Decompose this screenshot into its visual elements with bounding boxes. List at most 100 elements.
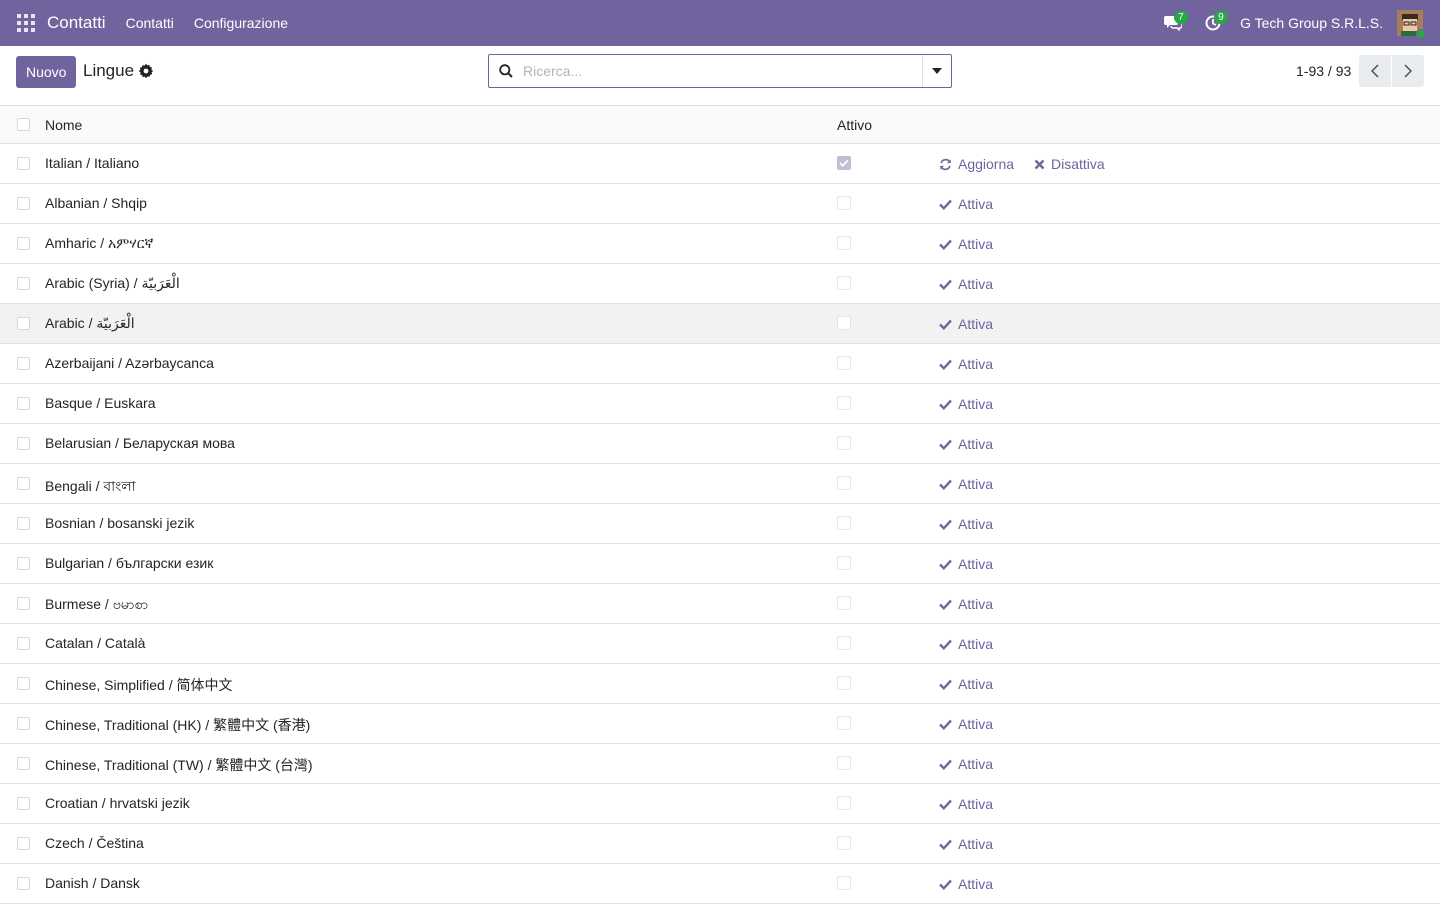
table-row[interactable]: Chinese, Traditional (HK) / 繁體中文 (香港) Att… [0,704,1440,744]
active-checkbox [837,356,851,370]
language-name: Basque / Euskara [45,395,156,411]
row-select-checkbox[interactable] [17,637,30,650]
check-icon [939,599,952,610]
language-name: Burmese / ဗမာစာ [45,596,149,612]
activate-button[interactable]: Attiva [939,836,993,852]
active-checkbox [837,716,851,730]
menu-contatti[interactable]: Contatti [126,15,174,31]
menu-configurazione[interactable]: Configurazione [194,15,288,31]
activate-button[interactable]: Attiva [939,756,993,772]
search-options-toggle[interactable] [922,55,951,87]
activate-button[interactable]: Attiva [939,716,993,732]
row-select-checkbox[interactable] [17,197,30,210]
active-checkbox [837,276,851,290]
pager-previous-button[interactable] [1359,55,1391,87]
activate-button[interactable]: Attiva [939,556,993,572]
table-row[interactable]: Basque / Euskara Attiva [0,384,1440,424]
table-row[interactable]: Belarusian / Беларуская мова Attiva [0,424,1440,464]
row-select-checkbox[interactable] [17,877,30,890]
activity-menu[interactable]: 9 [1193,0,1233,46]
row-select-checkbox[interactable] [17,717,30,730]
active-checkbox [837,156,851,170]
row-select-checkbox[interactable] [17,797,30,810]
active-checkbox [837,876,851,890]
row-select-checkbox[interactable] [17,557,30,570]
active-checkbox [837,596,851,610]
select-all-checkbox[interactable] [17,118,30,131]
table-row[interactable]: Bulgarian / български език Attiva [0,544,1440,584]
row-select-checkbox[interactable] [17,517,30,530]
messages-count-badge: 7 [1174,11,1188,24]
check-icon [939,319,952,330]
activate-button[interactable]: Attiva [939,636,993,652]
search-input[interactable] [523,56,922,86]
activate-button[interactable]: Attiva [939,796,993,812]
table-row[interactable]: Danish / Dansk Attiva [0,864,1440,904]
row-select-checkbox[interactable] [17,157,30,170]
check-icon [939,839,952,850]
table-row[interactable]: Croatian / hrvatski jezik Attiva [0,784,1440,824]
activate-button[interactable]: Attiva [939,356,993,372]
activate-button[interactable]: Attiva [939,196,993,212]
table-row[interactable]: Amharic / አምሃርኛ Attiva [0,224,1440,264]
row-select-checkbox[interactable] [17,677,30,690]
row-select-checkbox[interactable] [17,357,30,370]
check-icon [939,199,952,210]
row-select-checkbox[interactable] [17,837,30,850]
table-row[interactable]: Catalan / Català Attiva [0,624,1440,664]
activate-button[interactable]: Attiva [939,236,993,252]
row-select-checkbox[interactable] [17,597,30,610]
pager-next-button[interactable] [1392,55,1424,87]
language-name: Albanian / Shqip [45,195,147,211]
update-button[interactable]: Aggiorna [939,156,1014,172]
activate-button[interactable]: Attiva [939,476,993,492]
check-icon [939,479,952,490]
row-select-checkbox[interactable] [17,757,30,770]
language-name: Amharic / አምሃርኛ [45,235,154,251]
table-row[interactable]: Czech / Čeština Attiva [0,824,1440,864]
table-body: Italian / Italiano Aggiorna Disattiva Alban… [0,144,1440,904]
activate-button[interactable]: Attiva [939,676,993,692]
table-row[interactable]: Italian / Italiano Aggiorna Disattiva [0,144,1440,184]
row-select-checkbox[interactable] [17,477,30,490]
activate-button[interactable]: Attiva [939,876,993,892]
activate-button[interactable]: Attiva [939,396,993,412]
table-row[interactable]: Arabic / الْعَرَبيّة Attiva [0,304,1440,344]
table-row[interactable]: Chinese, Simplified / 简体中文 Attiva [0,664,1440,704]
new-button[interactable]: Nuovo [16,56,77,88]
column-header-name[interactable]: Nome [45,117,82,133]
activate-button-label: Attiva [958,876,994,892]
activate-button[interactable]: Attiva [939,436,993,452]
activate-button[interactable]: Attiva [939,516,993,532]
row-select-checkbox[interactable] [17,397,30,410]
active-checkbox [837,516,851,530]
table-row[interactable]: Albanian / Shqip Attiva [0,184,1440,224]
language-name: Chinese, Simplified / 简体中文 [45,677,233,693]
messaging-menu[interactable]: 7 [1153,0,1193,46]
table-row[interactable]: Azerbaijani / Azərbaycanca Attiva [0,344,1440,384]
table-row[interactable]: Chinese, Traditional (TW) / 繁體中文 (台灣) Att… [0,744,1440,784]
gear-icon[interactable] [138,63,154,79]
table-row[interactable]: Bengali / বাংলা Attiva [0,464,1440,504]
row-select-checkbox[interactable] [17,437,30,450]
user-avatar[interactable] [1397,10,1426,39]
table-row[interactable]: Burmese / ဗမာစာ Attiva [0,584,1440,624]
app-title[interactable]: Contatti [47,13,106,33]
table-row[interactable]: Bosnian / bosanski jezik Attiva [0,504,1440,544]
table-row[interactable]: Arabic (Syria) / الْعَرَبيّة Attiva [0,264,1440,304]
pager-value[interactable]: 1-93 / 93 [1296,63,1351,79]
row-select-checkbox[interactable] [17,317,30,330]
check-icon [939,359,952,370]
deactivate-button[interactable]: Disattiva [1034,156,1105,172]
row-select-checkbox[interactable] [17,277,30,290]
active-checkbox [837,476,851,490]
check-icon [939,799,952,810]
row-select-checkbox[interactable] [17,237,30,250]
column-header-active[interactable]: Attivo [837,117,872,133]
activate-button[interactable]: Attiva [939,316,993,332]
activate-button[interactable]: Attiva [939,596,993,612]
company-switcher[interactable]: G Tech Group S.R.L.S. [1240,15,1383,31]
activate-button[interactable]: Attiva [939,276,993,292]
app-menu-icon[interactable] [8,0,44,46]
active-checkbox [837,676,851,690]
